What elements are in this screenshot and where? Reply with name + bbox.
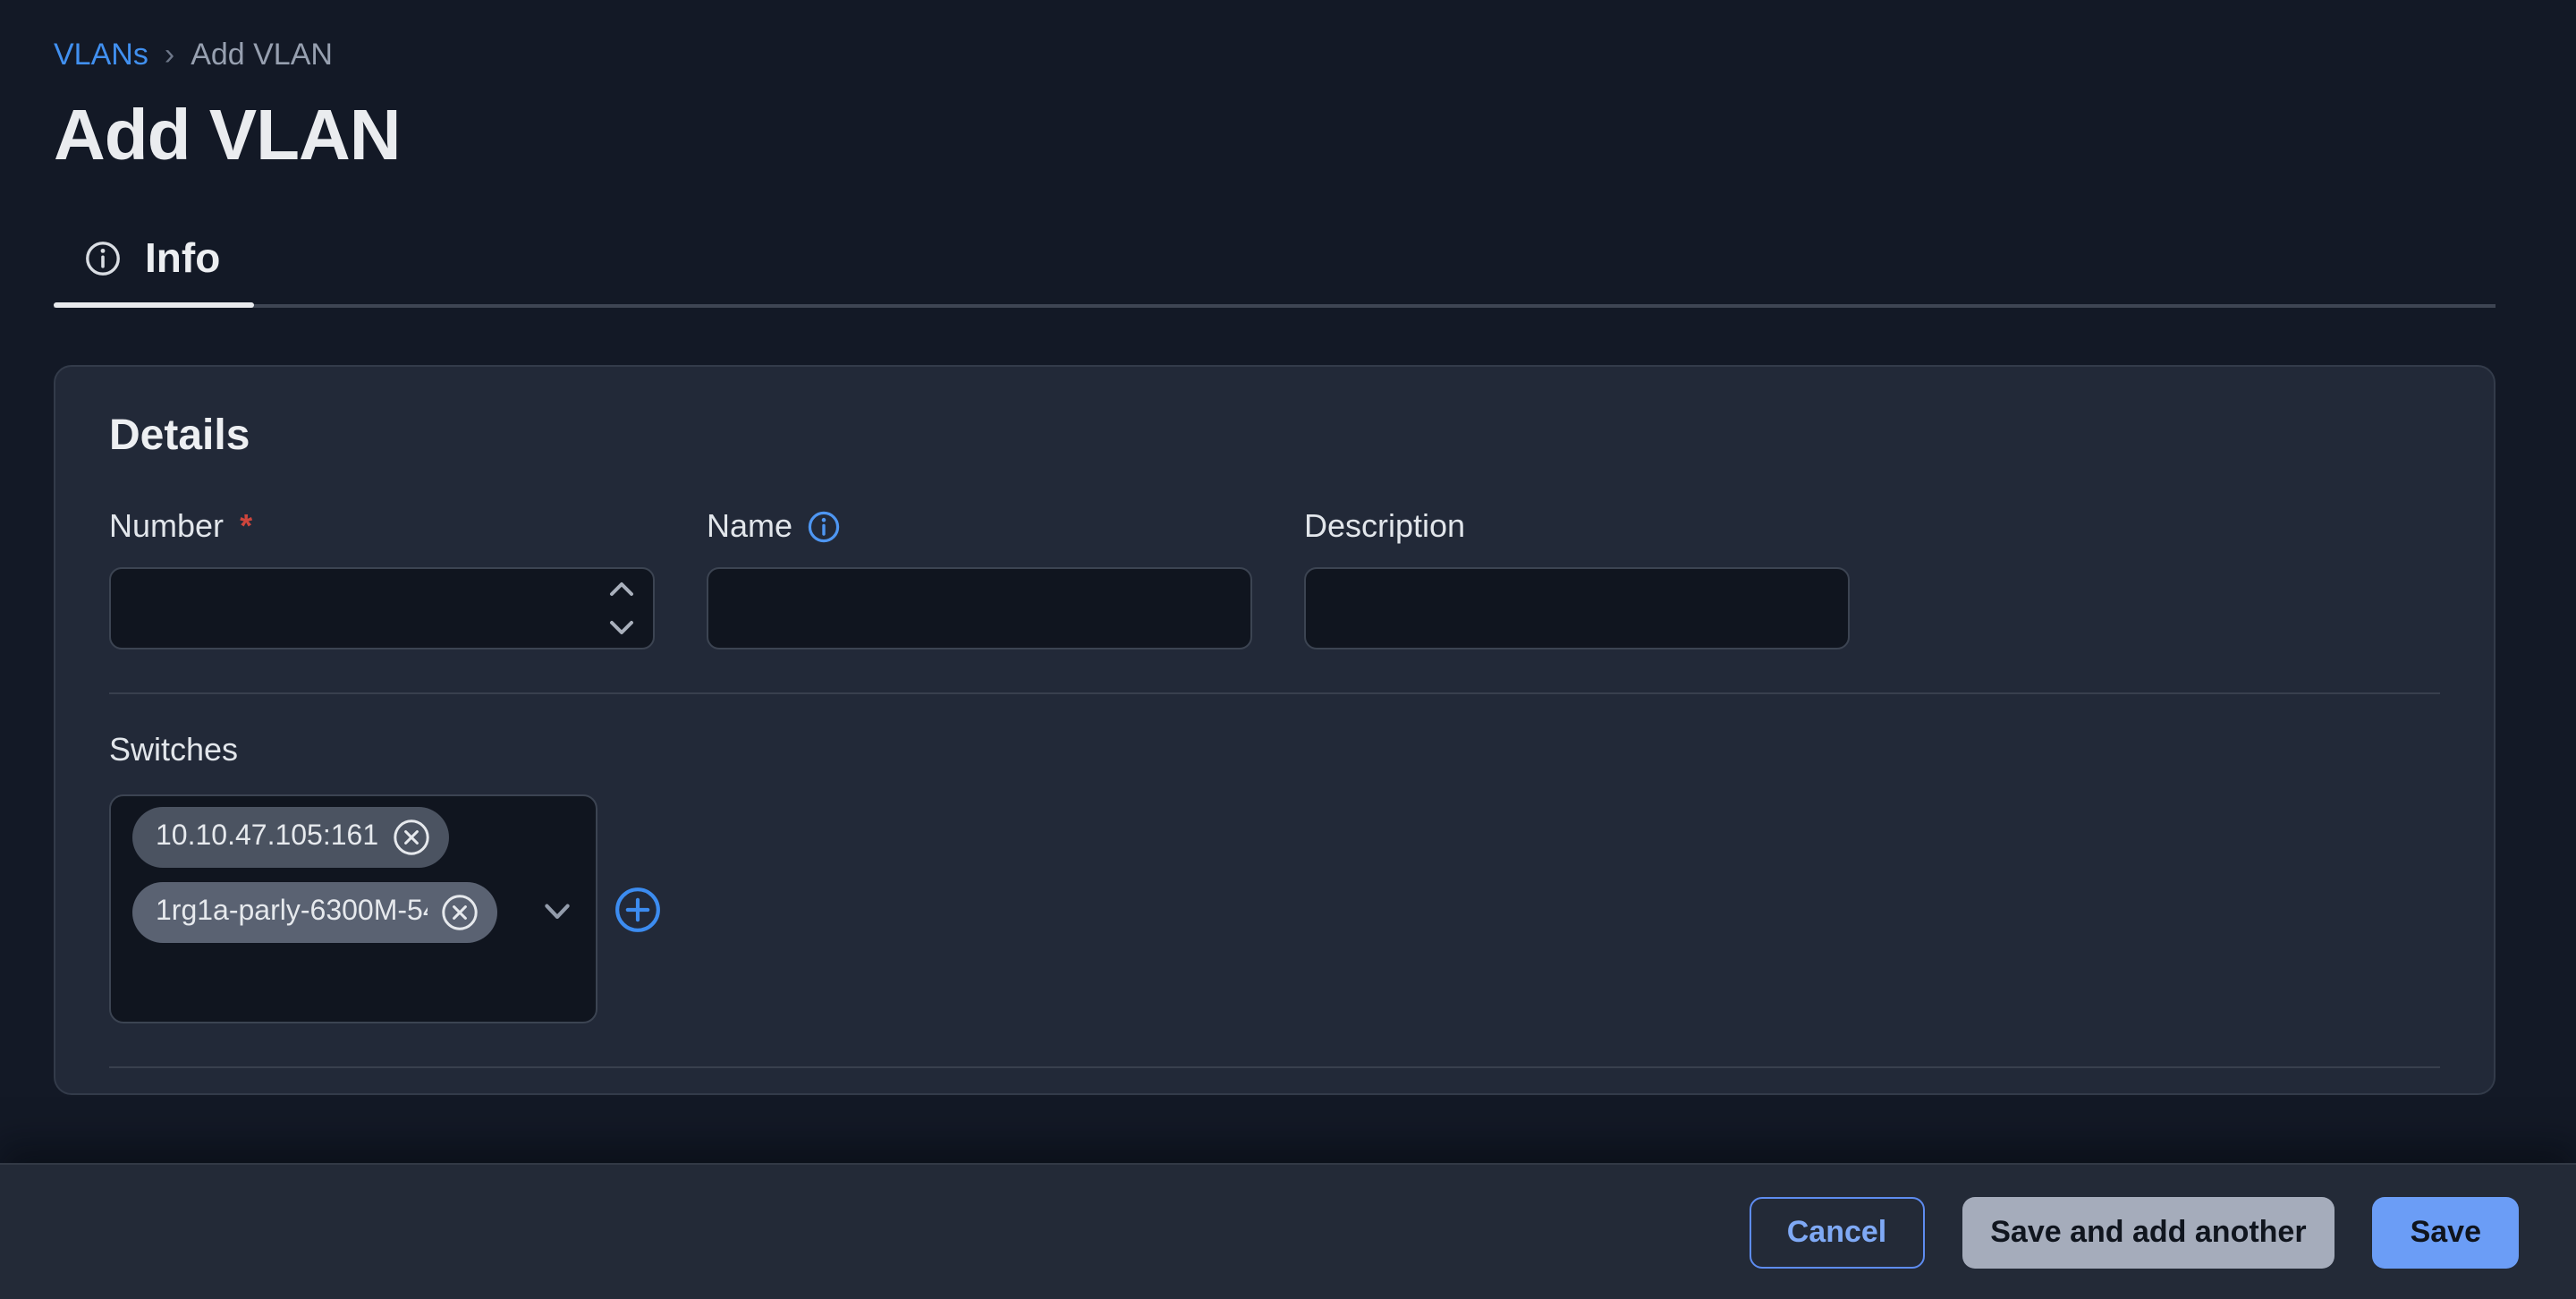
switches-chip-list: 10.10.47.105:161 1rg1a-parly-6300M-54 [132,807,574,943]
switch-chip-label: 10.10.47.105:161 [156,821,378,853]
field-name: Name [707,506,1252,650]
section-divider [109,692,2440,694]
switch-chip-label: 1rg1a-parly-6300M-54 [156,896,428,929]
footer-bar: Cancel Save and add another Save [0,1163,2576,1299]
breadcrumb-separator: › [165,38,174,73]
number-label: Number * [109,506,655,546]
stepper-up-icon[interactable] [608,580,635,598]
switch-chip: 10.10.47.105:161 [132,807,448,868]
required-marker: * [240,507,252,545]
tab-info-label: Info [145,234,220,283]
description-input[interactable] [1304,567,1850,650]
stepper-down-icon[interactable] [608,619,635,637]
save-button[interactable]: Save [2373,1196,2519,1268]
remove-switch-icon[interactable] [391,818,430,857]
name-label-text: Name [707,507,792,545]
name-input-shell [707,567,1252,650]
number-input-shell [109,567,655,650]
switches-select[interactable]: 10.10.47.105:161 1rg1a-parly-6300M-54 [109,794,597,1023]
switch-chip: 1rg1a-parly-6300M-54 [132,882,497,943]
description-label: Description [1304,506,1850,546]
details-card: Details Number * [54,365,2496,1095]
section-divider [109,1066,2440,1068]
name-input[interactable] [707,567,1252,650]
cancel-button[interactable]: Cancel [1750,1196,1925,1268]
remove-switch-icon[interactable] [440,893,479,932]
switches-label: Switches [109,732,2440,769]
page-title: Add VLAN [54,97,2496,177]
tab-info[interactable]: Info [54,220,254,304]
description-label-text: Description [1304,507,1465,545]
breadcrumb-vlans-link[interactable]: VLANs [54,38,148,73]
field-description: Description [1304,506,1850,650]
tab-bar: Info [54,220,2496,308]
details-fields-row: Number * [109,506,2440,650]
add-switch-icon[interactable] [614,886,662,934]
switches-row: 10.10.47.105:161 1rg1a-parly-6300M-54 [109,794,2440,1023]
breadcrumb-current: Add VLAN [191,38,333,73]
number-input[interactable] [109,567,655,650]
add-vlan-page: VLANs › Add VLAN Add VLAN Info Details N… [0,0,2576,1299]
name-label: Name [707,506,1252,546]
chevron-down-icon[interactable] [540,895,574,929]
page-content: VLANs › Add VLAN Add VLAN Info Details N… [0,0,2576,1163]
number-stepper [608,567,635,650]
save-and-add-another-button[interactable]: Save and add another [1962,1196,2334,1268]
breadcrumb: VLANs › Add VLAN [54,36,2496,75]
number-label-text: Number [109,507,224,545]
info-icon [84,240,122,277]
field-number: Number * [109,506,655,650]
info-icon[interactable] [807,510,841,544]
details-heading: Details [109,412,2440,462]
description-input-shell [1304,567,1850,650]
